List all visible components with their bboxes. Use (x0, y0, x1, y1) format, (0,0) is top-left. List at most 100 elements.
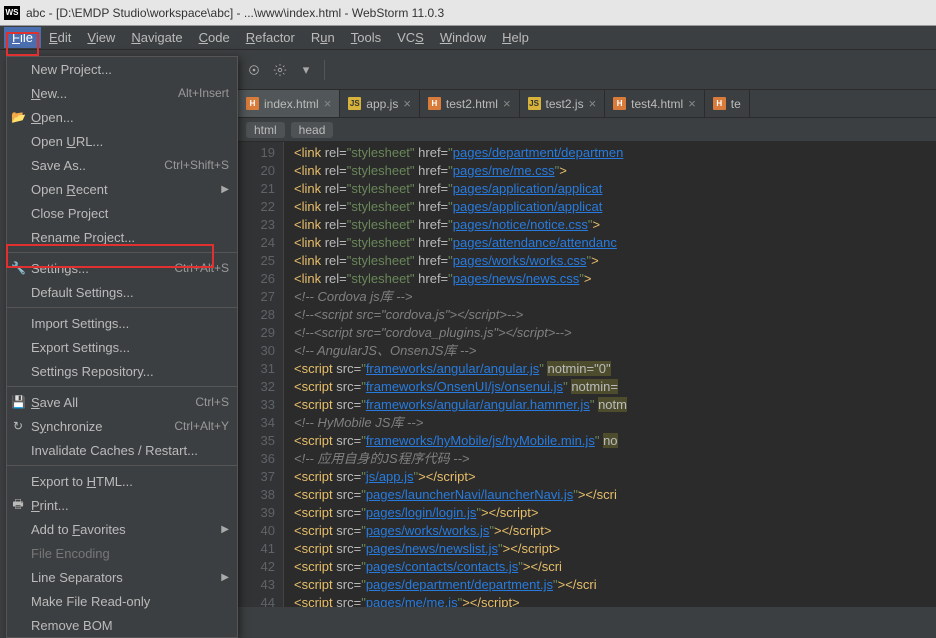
shortcut-label: Ctrl+Shift+S (164, 158, 229, 172)
code-line: <script src="pages/news/newslist.js"></s… (294, 540, 936, 558)
code-content[interactable]: <link rel="stylesheet" href="pages/depar… (284, 142, 936, 607)
line-number: 24 (238, 234, 275, 252)
code-line: <!-- AngularJS、OnsenJS库 --> (294, 342, 936, 360)
html-file-icon: H (246, 97, 259, 110)
menu-item-make-file-read-only[interactable]: Make File Read-only (7, 589, 237, 613)
menu-item-label: Settings... (31, 261, 174, 276)
shortcut-label: Ctrl+Alt+Y (174, 419, 229, 433)
menu-view[interactable]: View (79, 27, 123, 48)
menu-item-remove-bom[interactable]: Remove BOM (7, 613, 237, 637)
menu-item-label: Import Settings... (31, 316, 229, 331)
breadcrumb-html[interactable]: html (246, 122, 285, 138)
menu-item-settings[interactable]: 🔧Settings...Ctrl+Alt+S (7, 256, 237, 280)
menu-item-open[interactable]: 📂Open... (7, 105, 237, 129)
close-icon[interactable]: × (688, 96, 696, 111)
menu-item-save-all[interactable]: 💾Save AllCtrl+S (7, 390, 237, 414)
code-line: <script src="pages/launcherNavi/launcher… (294, 486, 936, 504)
menu-item-new[interactable]: New...Alt+Insert (7, 81, 237, 105)
menu-item-export-to-html[interactable]: Export to HTML... (7, 469, 237, 493)
menu-item-label: Synchronize (31, 419, 174, 434)
menu-item-settings-repository[interactable]: Settings Repository... (7, 359, 237, 383)
line-number: 36 (238, 450, 275, 468)
code-line: <link rel="stylesheet" href="pages/news/… (294, 270, 936, 288)
menu-item-label: Rename Project... (31, 230, 229, 245)
menu-item-rename-project[interactable]: Rename Project... (7, 225, 237, 249)
menu-item-line-separators[interactable]: Line Separators▶ (7, 565, 237, 589)
close-icon[interactable]: × (324, 96, 332, 111)
code-line: <link rel="stylesheet" href="pages/appli… (294, 180, 936, 198)
code-line: <!--<script src="cordova_plugins.js"></s… (294, 324, 936, 342)
line-number: 29 (238, 324, 275, 342)
tab-label: te (731, 97, 741, 111)
menu-item-label: Add to Favorites (31, 522, 221, 537)
tab-label: test2.html (446, 97, 498, 111)
line-number: 30 (238, 342, 275, 360)
tab-app-js[interactable]: JSapp.js× (340, 90, 420, 117)
menu-code[interactable]: Code (191, 27, 238, 48)
menu-refactor[interactable]: Refactor (238, 27, 303, 48)
breadcrumb-head[interactable]: head (291, 122, 334, 138)
menu-item-invalidate-caches-restart[interactable]: Invalidate Caches / Restart... (7, 438, 237, 462)
menu-item-label: Export to HTML... (31, 474, 229, 489)
menu-item-print[interactable]: 🖶 Print... (7, 493, 237, 517)
close-icon[interactable]: × (403, 96, 411, 111)
tab-test2-html[interactable]: Htest2.html× (420, 90, 520, 117)
menu-run[interactable]: Run (303, 27, 343, 48)
close-icon[interactable]: × (503, 96, 511, 111)
menu-item-synchronize[interactable]: ↻SynchronizeCtrl+Alt+Y (7, 414, 237, 438)
submenu-arrow-icon: ▶ (221, 572, 229, 583)
line-number: 25 (238, 252, 275, 270)
close-icon[interactable]: × (589, 96, 597, 111)
line-number: 21 (238, 180, 275, 198)
print-icon: 🖶 (11, 495, 25, 516)
settings-icon[interactable] (272, 62, 288, 78)
line-number: 19 (238, 144, 275, 162)
menu-item-import-settings[interactable]: Import Settings... (7, 311, 237, 335)
target-icon[interactable] (246, 62, 262, 78)
menu-item-save-as[interactable]: Save As..Ctrl+Shift+S (7, 153, 237, 177)
menu-item-label: File Encoding (31, 546, 229, 561)
tab-test4-html[interactable]: Htest4.html× (605, 90, 705, 117)
line-number: 41 (238, 540, 275, 558)
wrench-icon: 🔧 (11, 261, 25, 275)
tab-label: index.html (264, 97, 319, 111)
menu-item-label: Export Settings... (31, 340, 229, 355)
menu-help[interactable]: Help (494, 27, 537, 48)
line-number: 33 (238, 396, 275, 414)
window-title: abc - [D:\EMDP Studio\workspace\abc] - .… (26, 6, 444, 20)
menu-tools[interactable]: Tools (343, 27, 389, 48)
toolbar-separator (324, 60, 325, 80)
tab-te[interactable]: Hte (705, 90, 750, 117)
tab-index-html[interactable]: Hindex.html × (238, 90, 340, 117)
menu-item-label: Remove BOM (31, 618, 229, 633)
menu-item-add-to-favorites[interactable]: Add to Favorites▶ (7, 517, 237, 541)
menu-window[interactable]: Window (432, 27, 494, 48)
line-number: 34 (238, 414, 275, 432)
menu-item-label: Print... (31, 498, 229, 513)
menu-vcs[interactable]: VCS (389, 27, 432, 48)
line-number: 23 (238, 216, 275, 234)
menu-item-open-url[interactable]: Open URL... (7, 129, 237, 153)
menu-item-default-settings[interactable]: Default Settings... (7, 280, 237, 304)
app-logo-icon: WS (4, 6, 20, 20)
code-line: <script src="frameworks/OnsenUI/js/onsen… (294, 378, 936, 396)
collapse-icon[interactable]: ▾ (298, 62, 314, 78)
code-line: <script src="pages/me/me.js"></script> (294, 594, 936, 607)
code-editor[interactable]: 1920212223242526272829303132333435363738… (238, 142, 936, 607)
tab-test2-js[interactable]: JStest2.js× (520, 90, 606, 117)
code-line: <link rel="stylesheet" href="pages/appli… (294, 198, 936, 216)
code-line: <script src="pages/department/department… (294, 576, 936, 594)
line-number: 44 (238, 594, 275, 607)
shortcut-label: Alt+Insert (178, 86, 229, 100)
code-line: <link rel="stylesheet" href="pages/me/me… (294, 162, 936, 180)
disk-icon: 💾 (11, 395, 25, 409)
menu-item-close-project[interactable]: Close Project (7, 201, 237, 225)
menu-navigate[interactable]: Navigate (123, 27, 190, 48)
menu-item-new-project[interactable]: New Project... (7, 57, 237, 81)
menu-file[interactable]: File (4, 27, 41, 48)
menu-item-export-settings[interactable]: Export Settings... (7, 335, 237, 359)
menu-item-open-recent[interactable]: Open Recent▶ (7, 177, 237, 201)
code-line: <script src="frameworks/hyMobile/js/hyMo… (294, 432, 936, 450)
line-number: 40 (238, 522, 275, 540)
menu-edit[interactable]: Edit (41, 27, 79, 48)
